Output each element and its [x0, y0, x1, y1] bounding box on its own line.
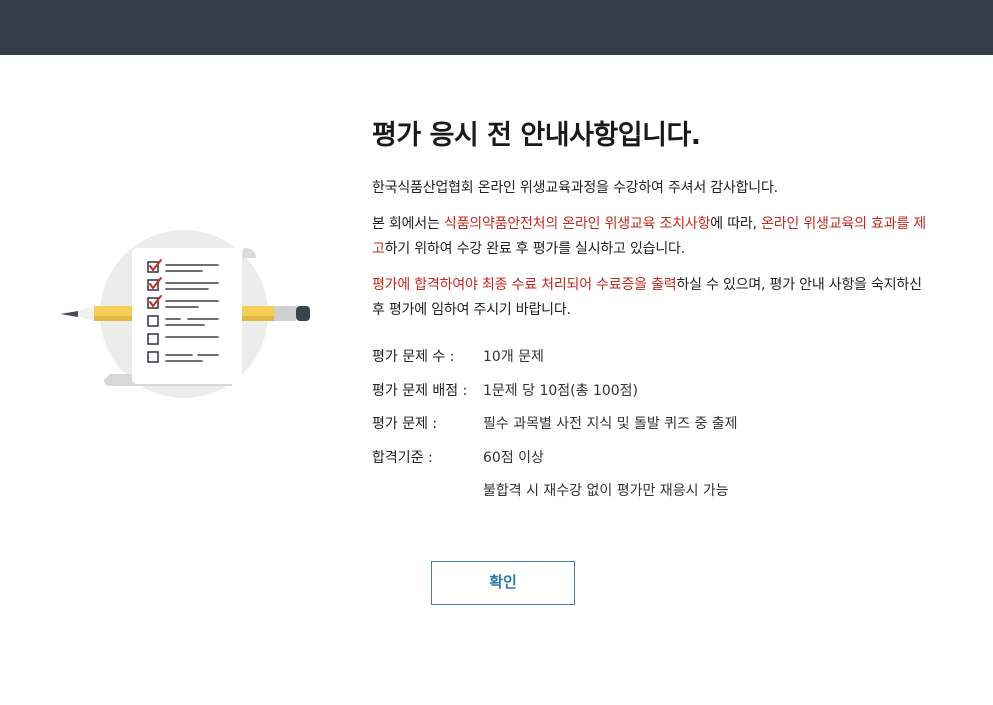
purpose-paragraph: 본 회에서는 식품의약품안전처의 온라인 위생교육 조치사항에 따라, 온라인 …: [372, 216, 926, 257]
intro-paragraph: 한국식품산업협회 온라인 위생교육과정을 수강하여 주셔서 감사합니다.: [372, 180, 778, 196]
info-row-retake-note: 불합격 시 재수강 없이 평가만 재응시 가능: [372, 481, 932, 515]
info-value: 10개 문제: [483, 349, 544, 365]
info-row-pass-criteria: 합격기준 : 60점 이상: [372, 448, 932, 482]
confirm-button[interactable]: 확인: [431, 561, 575, 605]
info-label: 평가 문제 :: [372, 416, 438, 432]
info-row-question-count: 평가 문제 수 : 10개 문제: [372, 347, 932, 381]
requirement-paragraph: 평가에 합격하여야 최종 수료 처리되어 수료증을 출력하실 수 있으며, 평가…: [372, 277, 922, 318]
notice-content: 평가 응시 전 안내사항입니다. 한국식품산업협회 온라인 위생교육과정을 수강…: [372, 118, 932, 515]
highlight-text: 평가에 합격하여야 최종 수료 처리되어 수료증을 출력: [372, 277, 677, 293]
info-value: 60점 이상: [483, 449, 544, 466]
highlight-text: 식품의약품안전처의 온라인 위생교육 조치사항: [443, 216, 711, 232]
checklist-pencil-icon: [60, 230, 310, 398]
info-row-score: 평가 문제 배점 : 1문제 당 10점(총 100점): [372, 381, 932, 415]
exam-info-list: 평가 문제 수 : 10개 문제 평가 문제 배점 : 1문제 당 10점(총 …: [372, 347, 932, 515]
info-value: 불합격 시 재수강 없이 평가만 재응시 가능: [483, 483, 729, 499]
top-header-bar: [0, 0, 993, 55]
info-label: 합격기준 :: [372, 449, 433, 466]
info-row-questions: 평가 문제 : 필수 과목별 사전 지식 및 돌발 퀴즈 중 출제: [372, 414, 932, 448]
page-title: 평가 응시 전 안내사항입니다.: [372, 120, 701, 151]
info-label: 평가 문제 수 :: [372, 349, 455, 365]
info-value: 필수 과목별 사전 지식 및 돌발 퀴즈 중 출제: [483, 416, 738, 432]
info-label: 평가 문제 배점 :: [372, 382, 468, 399]
info-value: 1문제 당 10점(총 100점): [483, 382, 638, 399]
